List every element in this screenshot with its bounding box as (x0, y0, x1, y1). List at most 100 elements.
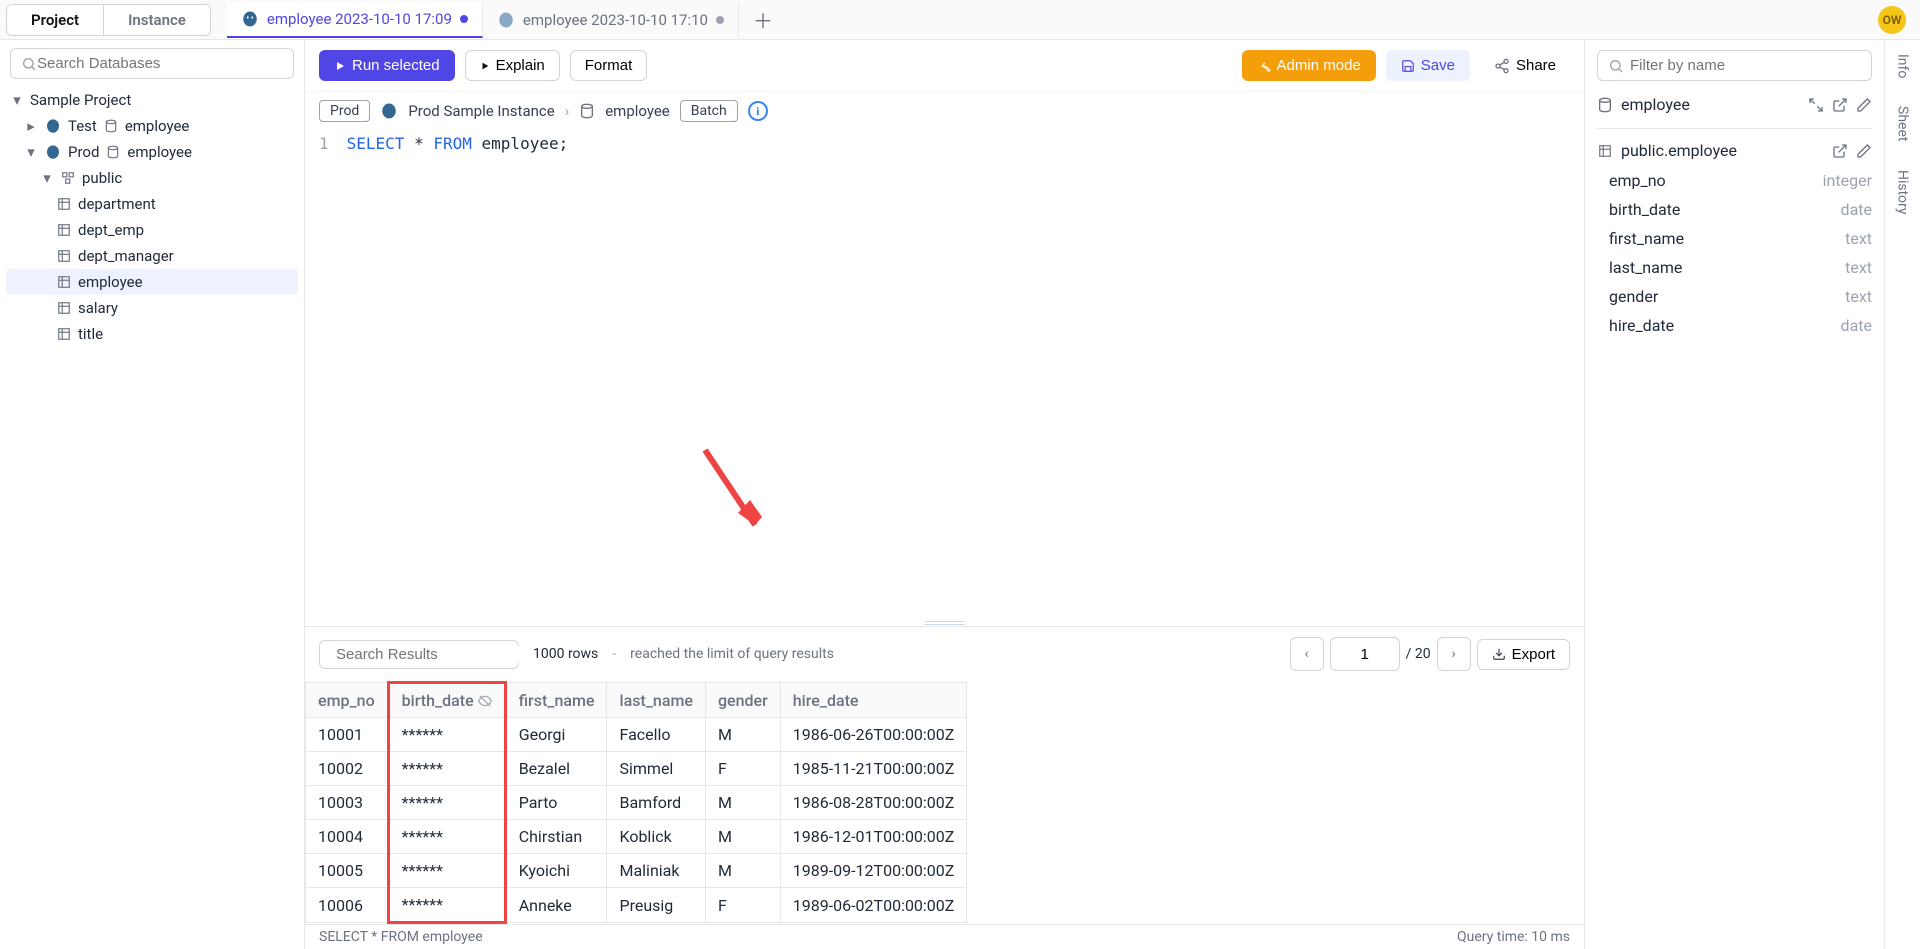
schema-col-emp_no[interactable]: emp_nointeger (1597, 166, 1872, 195)
env-badge[interactable]: Prod (319, 100, 370, 122)
line-number: 1 (319, 134, 329, 153)
search-databases-input[interactable] (37, 55, 283, 72)
info-icon[interactable]: i (748, 101, 768, 121)
tab-instance[interactable]: Instance (104, 5, 210, 35)
new-tab-button[interactable]: ＋ (739, 5, 787, 34)
col-header-emp_no[interactable]: emp_no (306, 683, 389, 718)
page-input[interactable] (1330, 637, 1400, 671)
cell-hire_date: 1986-06-26T00:00:00Z (780, 718, 967, 752)
tab-project[interactable]: Project (7, 5, 104, 35)
next-page-button[interactable]: › (1437, 637, 1471, 671)
schema-col-hire_date[interactable]: hire_date date (1597, 311, 1872, 340)
external-link-icon[interactable] (1832, 143, 1848, 159)
schema-col-gender[interactable]: gendertext (1597, 282, 1872, 311)
format-button[interactable]: Format (570, 50, 648, 81)
col-header-birth_date[interactable]: birth_date (388, 683, 505, 718)
results-search[interactable] (319, 640, 519, 669)
schema-col-first_name[interactable]: first_nametext (1597, 224, 1872, 253)
tree-env-test[interactable]: ▸Testemployee (6, 113, 298, 139)
cell-birth_date: ****** (388, 888, 505, 923)
run-selected-button[interactable]: Run selected (319, 50, 455, 81)
cell-gender: M (705, 820, 780, 854)
external-link-icon[interactable] (1832, 97, 1848, 113)
schema-col-last_name[interactable]: last_nametext (1597, 253, 1872, 282)
cell-hire_date: 1985-11-21T00:00:00Z (780, 752, 967, 786)
tree-table-employee[interactable]: employee (6, 269, 298, 295)
button-label: Admin mode (1277, 57, 1361, 74)
cell-last_name: Koblick (607, 820, 705, 854)
tree-env-prod[interactable]: ▾Prodemployee (6, 139, 298, 165)
tree-db-label: employee (125, 117, 190, 135)
database-icon (105, 144, 121, 160)
schema-col-type: date (1841, 316, 1872, 335)
search-icon (1608, 58, 1624, 74)
tree-project[interactable]: ▾Sample Project (6, 87, 298, 113)
rail-info[interactable]: Info (1895, 54, 1911, 78)
editor-tab-1[interactable]: employee 2023-10-10 17:09 (227, 2, 483, 38)
col-header-first_name[interactable]: first_name (505, 683, 607, 718)
schema-col-birth_date[interactable]: birth_datedate (1597, 195, 1872, 224)
postgres-icon (497, 11, 515, 29)
tree-table-salary[interactable]: salary (6, 295, 298, 321)
status-bar: SELECT * FROM employee Query time: 10 ms (305, 924, 1584, 949)
table-row[interactable]: 10006******AnnekePreusigF1989-06-02T00:0… (306, 888, 967, 923)
cell-gender: M (705, 786, 780, 820)
table-row[interactable]: 10005******KyoichiMaliniakM1989-09-12T00… (306, 854, 967, 888)
table-icon (56, 222, 72, 238)
link-icon[interactable] (1808, 97, 1824, 113)
cell-emp_no: 10004 (306, 820, 389, 854)
explain-button[interactable]: Explain (465, 50, 560, 81)
schema-filter-input[interactable] (1630, 57, 1861, 74)
project-instance-switch: Project Instance (6, 4, 211, 36)
schema-filter[interactable] (1597, 50, 1872, 81)
schema-col-type: text (1845, 229, 1872, 248)
edit-icon[interactable] (1856, 143, 1872, 159)
table-row[interactable]: 10002******BezalelSimmelF1985-11-21T00:0… (306, 752, 967, 786)
tree-table-title[interactable]: title (6, 321, 298, 347)
col-header-last_name[interactable]: last_name (607, 683, 705, 718)
instance-name[interactable]: Prod Sample Instance (408, 102, 554, 120)
editor-tab-2[interactable]: employee 2023-10-10 17:10 (483, 3, 739, 37)
limit-text: reached the limit of query results (630, 646, 834, 662)
col-header-hire_date[interactable]: hire_date (780, 683, 967, 718)
database-name[interactable]: employee (605, 102, 670, 120)
results-search-input[interactable] (336, 646, 535, 663)
cell-hire_date: 1986-08-28T00:00:00Z (780, 786, 967, 820)
prev-page-button[interactable]: ‹ (1290, 637, 1324, 671)
schema-col-type: text (1845, 287, 1872, 306)
share-button[interactable]: Share (1480, 51, 1570, 80)
tree-table-department[interactable]: department (6, 191, 298, 217)
search-databases[interactable] (10, 48, 294, 79)
cell-emp_no: 10005 (306, 854, 389, 888)
sql-editor[interactable]: 1 SELECT * FROM employee; (305, 126, 1584, 161)
table-row[interactable]: 10001******GeorgiFacelloM1986-06-26T00:0… (306, 718, 967, 752)
results-table-wrap[interactable]: emp_nobirth_datefirst_namelast_namegende… (305, 681, 1584, 924)
tree-table-label: employee (78, 273, 143, 291)
schema-col-name: hire_date (1609, 316, 1674, 335)
save-button[interactable]: Save (1386, 50, 1470, 81)
edit-icon[interactable] (1856, 97, 1872, 113)
export-button[interactable]: Export (1477, 639, 1570, 670)
batch-badge[interactable]: Batch (680, 100, 738, 122)
tree-table-dept_emp[interactable]: dept_emp (6, 217, 298, 243)
cell-hire_date: 1986-12-01T00:00:00Z (780, 820, 967, 854)
rail-history[interactable]: History (1895, 170, 1911, 215)
database-icon (103, 118, 119, 134)
breadcrumb-separator: › (565, 102, 570, 120)
schema-col-type: integer (1823, 171, 1872, 190)
database-icon (579, 103, 595, 119)
table-row[interactable]: 10004******ChirstianKoblickM1986-12-01T0… (306, 820, 967, 854)
cell-birth_date: ****** (388, 752, 505, 786)
postgres-icon (44, 117, 62, 135)
panel-db-row[interactable]: employee (1597, 89, 1872, 120)
db-tree: ▾Sample Project ▸Testemployee ▾Prodemplo… (6, 87, 298, 347)
avatar[interactable]: OW (1878, 6, 1906, 34)
rail-sheet[interactable]: Sheet (1895, 106, 1911, 141)
panel-table-row[interactable]: public.employee (1597, 135, 1872, 166)
col-header-gender[interactable]: gender (705, 683, 780, 718)
tree-schema[interactable]: ▾public (6, 165, 298, 191)
table-row[interactable]: 10003******PartoBamfordM1986-08-28T00:00… (306, 786, 967, 820)
tree-table-dept_manager[interactable]: dept_manager (6, 243, 298, 269)
admin-mode-button[interactable]: Admin mode (1242, 50, 1376, 81)
save-icon (1401, 59, 1415, 73)
